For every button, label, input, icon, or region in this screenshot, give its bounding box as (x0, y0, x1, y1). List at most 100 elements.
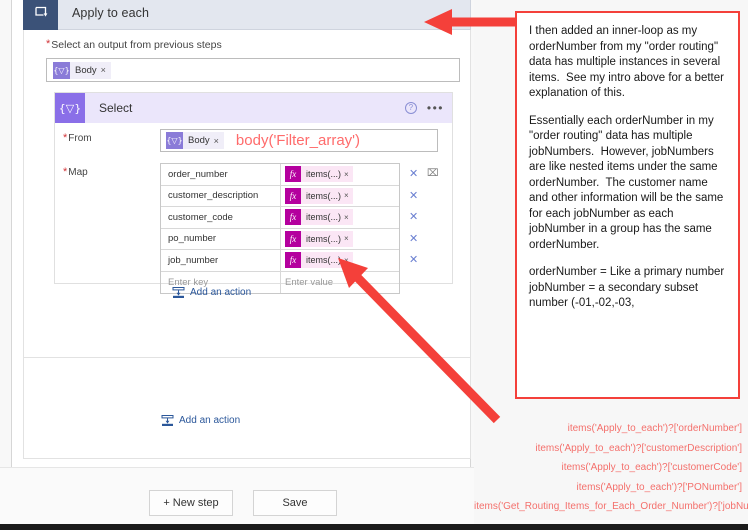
flow-canvas: Apply to each * Select an output from pr… (11, 0, 471, 512)
trash-icon[interactable]: ⌧ (427, 168, 439, 179)
close-icon[interactable]: × (101, 65, 111, 75)
expression-annotation: items('Apply_to_each')?['orderNumber'] (567, 423, 742, 434)
map-label-text: Map (68, 167, 88, 178)
add-action-inner-label: Add an action (190, 287, 252, 298)
map-value-input-empty[interactable]: Enter value (281, 272, 399, 294)
annotation-paragraph: I then added an inner-loop as my orderNu… (529, 25, 728, 99)
select-card-actions: ? ••• (404, 93, 444, 123)
from-body-token-label: Body (188, 135, 210, 146)
expression-token-label: items(...) (306, 190, 341, 201)
dynamic-content-icon: {▽} (53, 61, 70, 79)
expression-annotation: items('Apply_to_each')?['PONumber'] (576, 481, 742, 493)
function-icon: fx (285, 166, 301, 183)
remove-row-icon[interactable]: ✕ (409, 254, 418, 266)
expression-annotation: items('Apply_to_each')?['customerDescrip… (535, 442, 742, 454)
close-icon[interactable]: × (344, 234, 353, 243)
map-row: po_number fx items(...) × ✕ (161, 228, 418, 250)
expression-annotation: items('Apply_to_each')?['customerCode'] (561, 462, 743, 473)
remove-row-icon[interactable]: ✕ (409, 211, 418, 223)
body-token[interactable]: {▽} Body × (53, 61, 111, 79)
apply-to-each-input[interactable]: {▽} Body × (46, 58, 460, 82)
expression-token-label: items(...) (306, 255, 341, 266)
expression-annotation: items('Get_Routing_Items_for_Each_Order_… (474, 501, 748, 512)
annotation-paragraph: Essentially each orderNumber in my "orde… (529, 114, 727, 251)
map-key-input[interactable]: customer_description (161, 185, 281, 206)
outer-loop-body: Add an action (23, 358, 471, 459)
select-output-label-text: Select an output from previous steps (51, 39, 222, 51)
map-value-input[interactable]: fx items(...) × (281, 250, 399, 271)
select-icon: {▽} (55, 93, 85, 123)
map-key-input[interactable]: customer_code (161, 207, 281, 228)
expression-token[interactable]: fx items(...) × (285, 230, 353, 247)
select-card-title: Select (99, 101, 133, 115)
annotation-callout-box: I then added an inner-loop as my orderNu… (515, 11, 740, 399)
new-step-button[interactable]: + New step (149, 490, 233, 516)
select-action-card: {▽} Select ? ••• * From {▽} Body × body(… (54, 92, 453, 294)
remove-row-icon[interactable]: ✕ (409, 233, 418, 245)
close-icon[interactable]: × (344, 170, 353, 179)
map-key-input[interactable]: po_number (161, 228, 281, 249)
from-annotation-text: body('Filter_array') (235, 132, 361, 149)
map-grid: order_number fx items(...) × ✕ ⌧ customer_desc… (160, 163, 439, 294)
loop-icon (23, 0, 58, 30)
map-value-input[interactable]: fx items(...) × (281, 207, 399, 228)
map-key-input[interactable]: job_number (161, 250, 281, 271)
more-options-icon[interactable]: ••• (427, 102, 444, 114)
expression-token[interactable]: fx items(...) × (285, 252, 353, 269)
expression-token-label: items(...) (306, 233, 341, 244)
close-icon[interactable]: × (214, 136, 224, 146)
apply-to-each-body: * Select an output from previous steps {… (23, 30, 471, 358)
expression-token[interactable]: fx items(...) × (285, 187, 353, 204)
remove-row-icon[interactable]: ✕ (409, 168, 418, 180)
from-body-token[interactable]: {▽} Body × (166, 132, 224, 149)
apply-to-each-title: Apply to each (72, 5, 150, 20)
add-action-inner[interactable]: Add an action (172, 286, 251, 299)
select-output-label: * Select an output from previous steps (46, 38, 470, 52)
body-token-label: Body (75, 64, 97, 76)
apply-to-each-header[interactable]: Apply to each (23, 0, 471, 30)
designer-footer-toolbar: + New step Save (0, 467, 474, 525)
window-bottom-bar (0, 524, 748, 530)
function-icon: fx (285, 252, 301, 269)
add-action-icon (172, 286, 185, 299)
function-icon: fx (285, 209, 301, 226)
save-button[interactable]: Save (253, 490, 337, 516)
from-label-text: From (68, 133, 92, 144)
map-row: customer_description fx items(...) × ✕ (161, 185, 418, 207)
remove-row-icon[interactable]: ✕ (409, 190, 418, 202)
expression-token-label: items(...) (306, 212, 341, 223)
flow-designer-pane: Apply to each * Select an output from pr… (0, 0, 474, 530)
map-row: order_number fx items(...) × ✕ ⌧ (161, 164, 439, 186)
map-key-input[interactable]: order_number (161, 164, 281, 185)
dynamic-content-icon: {▽} (166, 132, 183, 149)
from-label: * From (63, 132, 92, 145)
screenshot-root: Apply to each * Select an output from pr… (0, 0, 748, 530)
required-asterisk-from: * (63, 132, 68, 144)
annotation-paragraph: orderNumber = Like a primary number jobN… (529, 266, 725, 309)
map-row: job_number fx items(...) × ✕ (161, 250, 418, 272)
expression-annotation-list: items('Apply_to_each')?['orderNumber']it… (474, 419, 748, 517)
add-action-icon (161, 414, 174, 427)
map-row: customer_code fx items(...) × ✕ (161, 207, 418, 229)
function-icon: fx (285, 230, 301, 247)
select-card-body: * From {▽} Body × body('Filter_array') *… (55, 123, 452, 294)
expression-token[interactable]: fx items(...) × (285, 166, 353, 183)
close-icon[interactable]: × (344, 191, 353, 200)
expression-token-label: items(...) (306, 169, 341, 180)
function-icon: fx (285, 187, 301, 204)
add-action-outer-label: Add an action (179, 415, 241, 426)
expression-token[interactable]: fx items(...) × (285, 209, 353, 226)
map-value-input[interactable]: fx items(...) × (281, 164, 399, 185)
required-asterisk-map: * (63, 166, 68, 178)
map-value-input[interactable]: fx items(...) × (281, 186, 399, 207)
map-value-input[interactable]: fx items(...) × (281, 229, 399, 250)
select-from-input[interactable]: {▽} Body × body('Filter_array') (160, 129, 438, 152)
add-action-outer[interactable]: Add an action (161, 414, 240, 427)
help-icon[interactable]: ? (404, 102, 417, 114)
select-card-header[interactable]: {▽} Select ? ••• (55, 93, 452, 123)
close-icon[interactable]: × (344, 256, 353, 265)
required-asterisk: * (46, 38, 51, 50)
map-label: * Map (63, 166, 88, 179)
annotation-pane: I then added an inner-loop as my orderNu… (474, 0, 748, 530)
close-icon[interactable]: × (344, 213, 353, 222)
